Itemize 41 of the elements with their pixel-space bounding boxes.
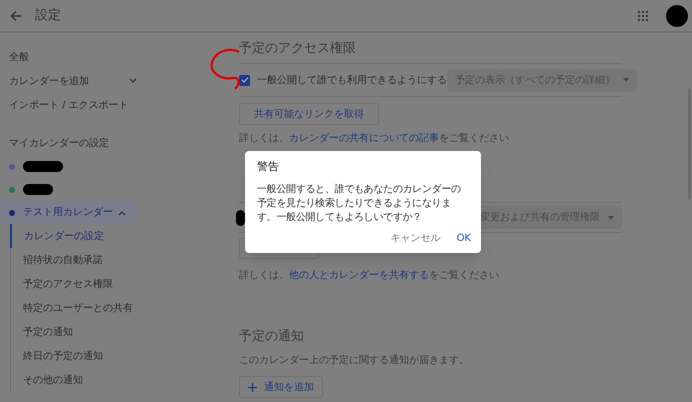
calendar-item[interactable]: テスト用カレンダー [0, 201, 138, 224]
cancel-button[interactable]: キャンセル [390, 230, 441, 246]
redaction-mark [23, 161, 63, 172]
sidebar-subitem[interactable]: カレンダーの設定 [10, 224, 230, 248]
dialog-message: 一般公開すると、誰でもあなたのカレンダーの予定を見たり検索したりできるようになります。一般公開してもよろしいですか？ [257, 182, 462, 224]
plus-icon [248, 382, 257, 392]
dropdown-arrow-icon [608, 216, 614, 220]
help-text: をご覧ください [429, 269, 499, 283]
sidebar-subitem[interactable]: 特定のユーザーとの共有 [11, 296, 230, 320]
help-text: 詳しくは、 [239, 268, 289, 283]
sidebar-subitem[interactable]: 招待状の自動承諾 [11, 248, 230, 272]
section-title: 予定の通知 [239, 328, 305, 346]
sidebar-subitem[interactable]: 予定の通知 [11, 320, 230, 344]
checkbox[interactable] [239, 74, 250, 86]
page-title: 設定 [35, 6, 61, 25]
section-title: 予定のアクセス権限 [239, 40, 357, 58]
section-heading: マイカレンダーの設定 [8, 136, 110, 150]
help-link[interactable]: 他の人とカレンダーを共有する [289, 268, 429, 283]
chevron-icon [129, 78, 137, 84]
get-link-button[interactable]: 共有可能なリンクを取得 [239, 103, 379, 125]
description-text: このカレンダー上の予定に関する通知が届きます。 [239, 354, 470, 368]
sidebar-subitem[interactable]: その他の通知 [11, 368, 230, 392]
checkbox-label: 一般公開して誰でも利用できるようにする [257, 74, 447, 88]
redaction-mark [23, 184, 53, 195]
back-arrow-icon[interactable] [10, 10, 22, 22]
sidebar-item[interactable]: インポート / エクスポート [0, 93, 137, 117]
chevron-icon [118, 210, 126, 216]
sidebar-item[interactable]: 全般 [0, 45, 137, 69]
add-notification-button[interactable]: 通知を追加 [239, 376, 323, 398]
redaction-mark [236, 210, 245, 226]
help-text: をご覧ください [439, 132, 509, 146]
apps-grid-icon[interactable] [638, 10, 648, 20]
avatar[interactable] [666, 4, 688, 26]
ok-button[interactable]: OK [456, 230, 471, 246]
dialog-title: 警告 [257, 159, 280, 175]
help-link[interactable]: カレンダーの共有についての記事 [289, 131, 439, 146]
dropdown-arrow-icon [623, 78, 629, 82]
sidebar-subitem[interactable]: 終日の予定の通知 [11, 344, 230, 368]
sidebar-subitem[interactable]: 予定のアクセス権限 [11, 272, 230, 296]
sidebar-item[interactable]: カレンダーを追加 [0, 69, 137, 93]
help-text: 詳しくは、 [239, 132, 289, 146]
